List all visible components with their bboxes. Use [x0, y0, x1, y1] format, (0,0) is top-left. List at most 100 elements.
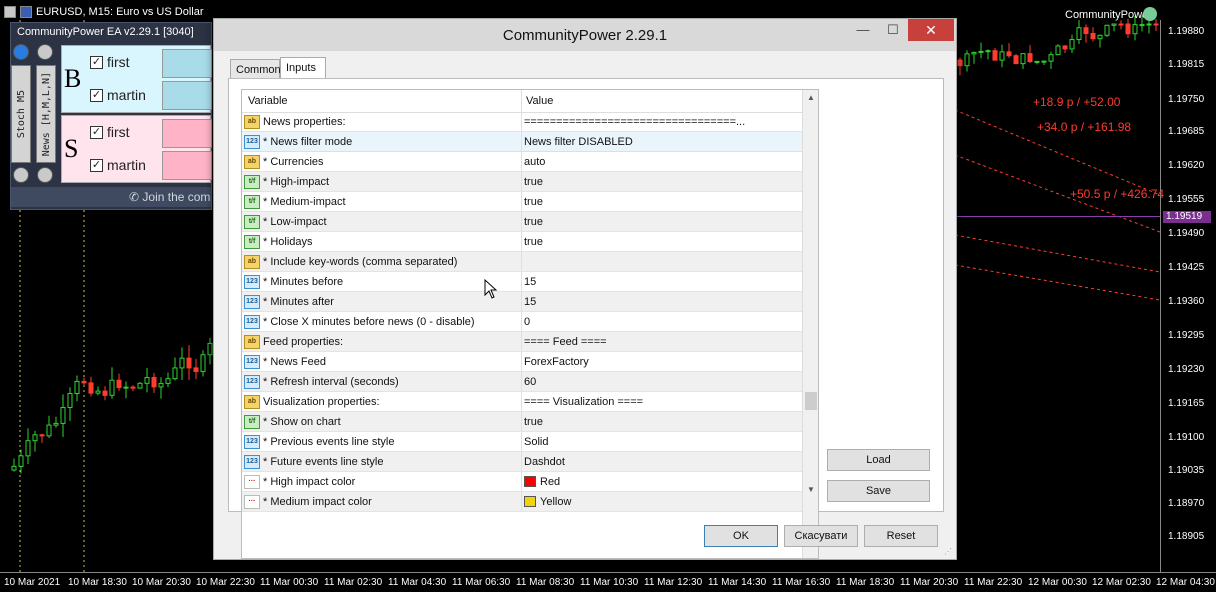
- variable-cell[interactable]: ··· * Medium impact color: [244, 492, 520, 511]
- variable-cell[interactable]: 123 * Refresh interval (seconds): [244, 372, 520, 391]
- dialog-titlebar[interactable]: CommunityPower 2.29.1 — ☐ ✕: [214, 19, 956, 51]
- table-row[interactable]: ab Visualization properties: ==== Visualiz…: [242, 392, 802, 412]
- ea-panel: CommunityPower EA v2.29.1 [3040] Stoch M…: [10, 22, 212, 210]
- value-cell[interactable]: ==== Feed ====: [524, 332, 800, 351]
- time-axis[interactable]: 10 Mar 2021 10 Mar 18:30 10 Mar 20:30 10 Ma…: [0, 572, 1216, 592]
- maximize-icon[interactable]: ☐: [878, 19, 908, 41]
- buy-martin-checkbox[interactable]: ✓ martin: [90, 87, 146, 103]
- reset-button[interactable]: Reset: [864, 525, 938, 547]
- minimize-icon[interactable]: —: [848, 19, 878, 41]
- value-cell[interactable]: true: [524, 192, 800, 211]
- save-button[interactable]: Save: [827, 480, 930, 502]
- variable-cell[interactable]: 123 * Close X minutes before news (0 - di…: [244, 312, 520, 331]
- table-row[interactable]: t/f * Low-impact true: [242, 212, 802, 232]
- stoch-indicator-top[interactable]: [13, 44, 29, 60]
- variable-cell[interactable]: ab Visualization properties:: [244, 392, 520, 411]
- value-cell[interactable]: true: [524, 172, 800, 191]
- variable-cell[interactable]: t/f * Holidays: [244, 232, 520, 251]
- variable-cell[interactable]: 123 * News Feed: [244, 352, 520, 371]
- news-indicator-top[interactable]: [37, 44, 53, 60]
- resize-grip-icon[interactable]: ⋰: [944, 547, 954, 557]
- table-row[interactable]: t/f * Medium-impact true: [242, 192, 802, 212]
- ok-button[interactable]: OK: [704, 525, 778, 547]
- table-row[interactable]: 123 * Refresh interval (seconds) 60: [242, 372, 802, 392]
- variable-cell[interactable]: ··· * High impact color: [244, 472, 520, 491]
- table-row[interactable]: t/f * High-impact true: [242, 172, 802, 192]
- variable-cell[interactable]: ab * Currencies: [244, 152, 520, 171]
- table-row[interactable]: ab Feed properties: ==== Feed ====: [242, 332, 802, 352]
- variable-cell[interactable]: ab * Include key-words (comma separated): [244, 252, 520, 271]
- scroll-thumb[interactable]: [805, 392, 817, 410]
- value-cell[interactable]: true: [524, 412, 800, 431]
- value-cell[interactable]: true: [524, 232, 800, 251]
- value-cell[interactable]: [524, 252, 800, 271]
- table-row[interactable]: 123 * News Feed ForexFactory: [242, 352, 802, 372]
- table-row[interactable]: ··· * Medium impact color Yellow: [242, 492, 802, 512]
- load-button[interactable]: Load: [827, 449, 930, 471]
- news-button[interactable]: News [H,M,L,N]: [36, 65, 56, 163]
- value-cell[interactable]: 0: [524, 312, 800, 331]
- variable-cell[interactable]: t/f * Show on chart: [244, 412, 520, 431]
- table-row[interactable]: t/f * Holidays true: [242, 232, 802, 252]
- column-header-value[interactable]: Value: [526, 95, 553, 107]
- table-row[interactable]: 123 * News filter mode News filter DISABLE…: [242, 132, 802, 152]
- tab-inputs[interactable]: Inputs: [280, 57, 326, 79]
- stoch-button[interactable]: Stoch M5: [11, 65, 31, 163]
- table-row[interactable]: 123 * Minutes before 15: [242, 272, 802, 292]
- inputs-table[interactable]: Variable Value ab News properties: =======…: [241, 89, 819, 559]
- variable-cell[interactable]: 123 * News filter mode: [244, 132, 520, 151]
- variable-cell[interactable]: 123 * Future events line style: [244, 452, 520, 471]
- cancel-button[interactable]: Скасувати: [784, 525, 858, 547]
- buy-first-button[interactable]: [162, 49, 212, 78]
- sell-martin-checkbox[interactable]: ✓ martin: [90, 157, 146, 173]
- sell-section: S ✓ first ✓ martin: [61, 115, 212, 183]
- value-cell[interactable]: auto: [524, 152, 800, 171]
- value-cell[interactable]: ==== Visualization ====: [524, 392, 800, 411]
- join-community-link[interactable]: ✆ Join the com: [11, 187, 211, 207]
- value-cell[interactable]: Red: [524, 472, 800, 491]
- buy-martin-button[interactable]: [162, 81, 212, 110]
- variable-cell[interactable]: ab News properties:: [244, 112, 520, 131]
- value-cell[interactable]: ForexFactory: [524, 352, 800, 371]
- value-cell[interactable]: Dashdot: [524, 452, 800, 471]
- value-cell[interactable]: Solid: [524, 432, 800, 451]
- close-icon[interactable]: ✕: [908, 19, 954, 41]
- value-cell[interactable]: News filter DISABLED: [524, 132, 800, 151]
- variable-cell[interactable]: 123 * Minutes after: [244, 292, 520, 311]
- table-row[interactable]: ab * Currencies auto: [242, 152, 802, 172]
- news-indicator-bottom[interactable]: [37, 167, 53, 183]
- value-cell[interactable]: 15: [524, 272, 800, 291]
- value-cell[interactable]: 60: [524, 372, 800, 391]
- cell-divider: [521, 172, 522, 191]
- ea-smiley-icon[interactable]: [1143, 7, 1157, 21]
- stoch-indicator-bottom[interactable]: [13, 167, 29, 183]
- table-row[interactable]: 123 * Future events line style Dashdot: [242, 452, 802, 472]
- scroll-down-icon[interactable]: ▼: [803, 482, 818, 498]
- table-row[interactable]: 123 * Previous events line style Solid: [242, 432, 802, 452]
- table-row[interactable]: t/f * Show on chart true: [242, 412, 802, 432]
- variable-cell[interactable]: ab Feed properties:: [244, 332, 520, 351]
- table-row[interactable]: ··· * High impact color Red: [242, 472, 802, 492]
- buy-first-checkbox[interactable]: ✓ first: [90, 54, 130, 70]
- sell-martin-button[interactable]: [162, 151, 212, 180]
- variable-cell[interactable]: 123 * Minutes before: [244, 272, 520, 291]
- sell-first-checkbox[interactable]: ✓ first: [90, 124, 130, 140]
- value-cell[interactable]: true: [524, 212, 800, 231]
- value-cell[interactable]: =================================...: [524, 112, 800, 131]
- table-row[interactable]: 123 * Minutes after 15: [242, 292, 802, 312]
- variable-cell[interactable]: t/f * Medium-impact: [244, 192, 520, 211]
- variable-cell[interactable]: t/f * High-impact: [244, 172, 520, 191]
- table-row[interactable]: 123 * Close X minutes before news (0 - di…: [242, 312, 802, 332]
- variable-cell[interactable]: t/f * Low-impact: [244, 212, 520, 231]
- table-scrollbar[interactable]: ▲ ▼: [802, 90, 818, 558]
- table-row[interactable]: ab News properties: ======================…: [242, 112, 802, 132]
- column-divider[interactable]: [521, 90, 522, 112]
- tab-common[interactable]: Common: [230, 59, 281, 79]
- variable-cell[interactable]: 123 * Previous events line style: [244, 432, 520, 451]
- scroll-up-icon[interactable]: ▲: [803, 90, 818, 106]
- value-cell[interactable]: Yellow: [524, 492, 800, 511]
- sell-first-button[interactable]: [162, 119, 212, 148]
- column-header-variable[interactable]: Variable: [248, 95, 288, 107]
- table-row[interactable]: ab * Include key-words (comma separated): [242, 252, 802, 272]
- value-cell[interactable]: 15: [524, 292, 800, 311]
